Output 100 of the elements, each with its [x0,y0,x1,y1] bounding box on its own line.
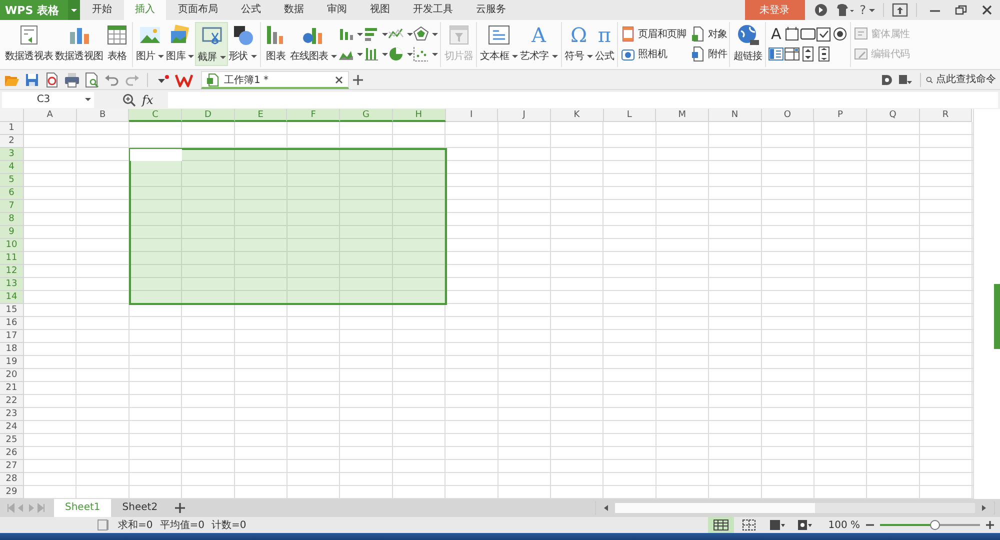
column-header[interactable]: D [182,109,235,122]
row-header[interactable]: 11 [0,252,24,265]
row-header[interactable]: 7 [0,200,24,213]
upload-icon[interactable] [892,3,908,17]
ribbon-tab[interactable]: 视图 [359,0,401,20]
add-sheet-icon[interactable] [172,501,187,515]
horizontal-scrollbar[interactable] [615,503,975,513]
ribbon-tab[interactable]: 公式 [230,0,272,20]
ribbon-button[interactable]: A 艺术字 [518,22,559,66]
row-header[interactable]: 20 [0,369,24,382]
ribbon-tool-button[interactable]: A [768,24,784,44]
restore-icon[interactable] [954,3,968,17]
column-header[interactable]: P [814,109,867,122]
row-header[interactable]: 22 [0,395,24,408]
ribbon-tab[interactable]: 审阅 [316,0,358,20]
zoom-in-icon[interactable] [984,519,996,531]
ribbon-button[interactable]: 文本框 [479,22,519,66]
row-header[interactable]: 8 [0,213,24,226]
view-button[interactable] [708,517,734,533]
magnifier-icon[interactable] [122,92,136,106]
app-menu-button[interactable]: WPS 表格 [0,0,80,20]
column-header[interactable]: C [129,109,182,122]
row-header[interactable]: 12 [0,265,24,278]
ribbon-button[interactable]: 在线图表 [288,22,338,66]
ribbon-button[interactable]: 数据透视图 [54,22,104,66]
row-header[interactable]: 13 [0,278,24,291]
pdf-export-icon[interactable] [44,72,60,88]
row-header[interactable]: 10 [0,239,24,252]
row-header[interactable]: 3 [0,148,24,161]
ribbon-tab[interactable]: 开始 [81,0,123,20]
ribbon-button[interactable]: 形状 [228,22,258,66]
column-header[interactable]: R [920,109,972,122]
ribbon-tab[interactable]: 数据 [273,0,315,20]
ribbon-button[interactable]: 截屏 [195,22,228,66]
row-header[interactable]: 26 [0,447,24,460]
row-header[interactable]: 5 [0,174,24,187]
column-header[interactable]: J [498,109,551,122]
row-header[interactable]: 19 [0,356,24,369]
formula-input[interactable] [168,92,998,108]
column-header[interactable]: I [446,109,498,122]
ribbon-button[interactable]: 表格 [104,22,130,66]
ribbon-button[interactable]: 照相机 [620,44,686,64]
column-header[interactable]: L [604,109,656,122]
row-header[interactable]: 9 [0,226,24,239]
ribbon-tool-button[interactable] [800,44,816,64]
row-header[interactable]: 21 [0,382,24,395]
print-preview-icon[interactable] [84,72,100,88]
help-button[interactable]: ? [860,3,875,17]
new-tab-icon[interactable] [351,72,365,86]
row-header[interactable]: 2 [0,135,24,148]
wps-logo-icon[interactable] [175,72,193,88]
close-tab-icon[interactable] [334,74,344,84]
row-header[interactable]: 6 [0,187,24,200]
column-header[interactable]: B [76,109,130,122]
row-header[interactable]: 4 [0,161,24,174]
row-header[interactable]: 29 [0,486,24,499]
sheet-tab[interactable]: Sheet2 [111,499,169,517]
row-header[interactable]: 24 [0,421,24,434]
column-header[interactable]: O [762,109,814,122]
ribbon-button[interactable]: 附件 [690,44,728,64]
name-box[interactable]: C3 [2,92,94,108]
row-header[interactable]: 23 [0,408,24,421]
row-header[interactable]: 17 [0,330,24,343]
sheet-tab[interactable]: Sheet1 [54,499,112,517]
ribbon-tab[interactable]: 页面布局 [167,0,229,20]
ribbon-button[interactable]: 超链接 [732,22,764,66]
ribbon-button[interactable]: 图表 [262,22,289,66]
ribbon-tool-button[interactable] [816,44,832,64]
column-header[interactable]: N [708,109,762,122]
column-header[interactable]: M [656,109,709,122]
row-header[interactable]: 27 [0,460,24,473]
close-icon[interactable] [980,3,994,17]
column-header[interactable]: E [234,109,288,122]
ribbon-button[interactable]: 图片 [135,22,166,66]
column-header[interactable]: K [550,109,604,122]
row-header[interactable]: 16 [0,317,24,330]
row-header[interactable]: 18 [0,343,24,356]
ribbon-tab[interactable]: 云服务 [465,0,517,20]
column-header[interactable]: H [392,109,446,122]
ribbon-tab[interactable]: 开发工具 [402,0,464,20]
ribbon-button[interactable]: Ω 符号 [564,22,594,66]
ribbon-button[interactable]: 对象 [690,24,728,44]
row-header[interactable]: 15 [0,304,24,317]
list-dropdown-icon[interactable] [897,72,913,86]
column-header[interactable]: Q [867,109,920,122]
save-icon[interactable] [24,72,40,88]
ribbon-tab[interactable]: 插入 [124,0,166,20]
zoom-slider-thumb[interactable] [930,520,940,530]
side-panel-handle[interactable] [994,284,1000,349]
row-header[interactable]: 1 [0,122,24,135]
print-icon[interactable] [64,72,80,88]
row-header[interactable]: 14 [0,291,24,304]
document-tab[interactable]: 工作簿1 * [201,71,349,89]
column-header[interactable]: A [24,109,77,122]
active-cell[interactable] [130,149,182,161]
insert-function-button[interactable]: fx [142,92,164,106]
ribbon-button[interactable]: 数据透视表 [4,22,54,66]
ribbon-button[interactable]: 页眉和页脚 [620,24,686,44]
column-header[interactable]: F [287,109,340,122]
row-header[interactable]: 25 [0,434,24,447]
